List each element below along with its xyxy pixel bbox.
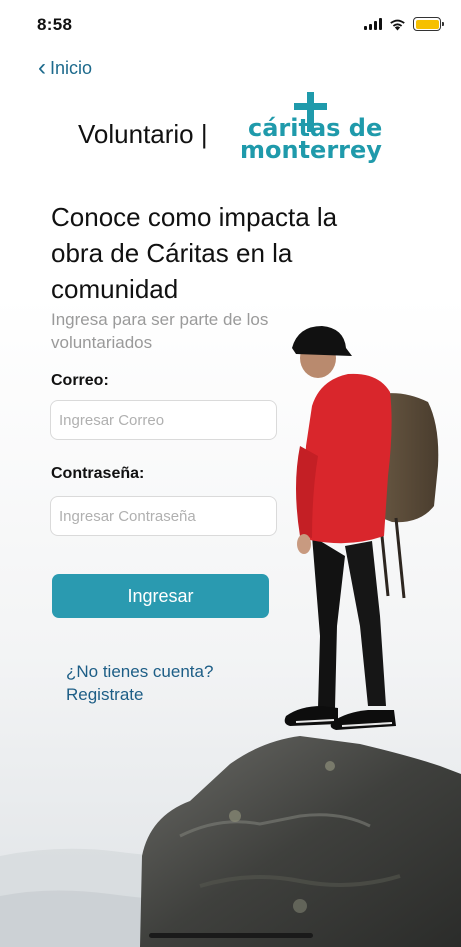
signal-icon [364,18,382,30]
caritas-logo: cáritas de monterrey [240,92,382,164]
email-field[interactable] [50,400,277,440]
wifi-icon [390,19,405,30]
chevron-left-icon: ‹ [38,54,46,81]
status-time: 8:58 [37,15,73,34]
brand-header: Voluntario | cáritas de monterrey [78,92,398,164]
page-subtitle: Ingresa para ser parte de los voluntaria… [51,310,269,352]
login-button[interactable]: Ingresar [52,574,269,618]
back-button[interactable]: ‹ Inicio [38,54,93,81]
logo-line-2: monterrey [240,136,382,164]
email-label: Correo: [51,372,109,389]
status-bar: 8:58 [0,0,461,50]
register-link[interactable]: ¿No tienes cuenta? Registrate [66,660,213,706]
password-field[interactable] [50,496,277,536]
home-indicator[interactable] [149,933,313,938]
hero-background-image [0,296,461,947]
battery-icon [413,17,444,31]
status-icons [364,17,444,31]
register-question: ¿No tienes cuenta? [66,662,214,681]
brand-prefix: Voluntario | [78,119,208,149]
password-label: Contraseña: [51,465,145,482]
register-action: Registrate [66,685,144,704]
page-title: Conoce como impacta la obra de Cáritas e… [51,202,338,304]
back-label: Inicio [50,57,93,78]
battery-fill [415,19,439,29]
